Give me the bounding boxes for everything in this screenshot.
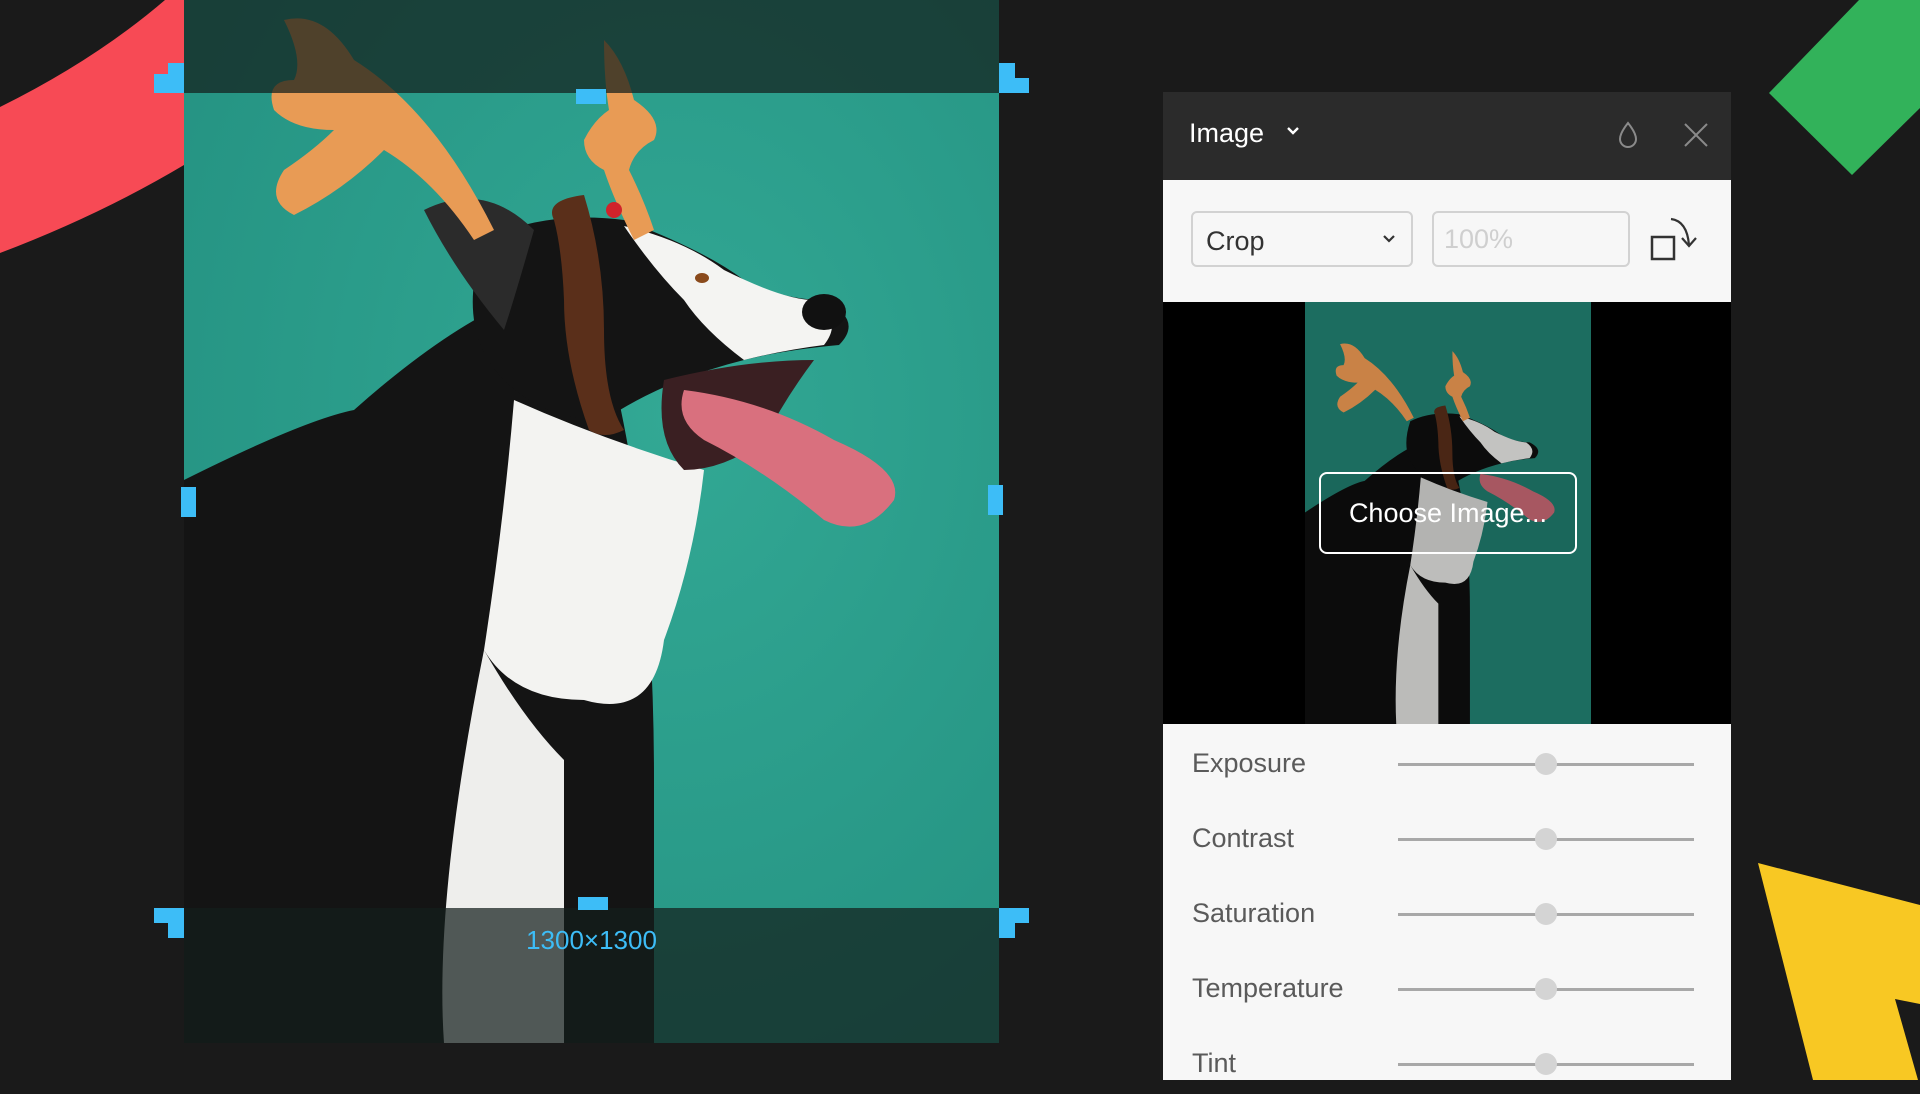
crop-handle-right[interactable] <box>988 485 1003 515</box>
saturation-slider[interactable] <box>1398 903 1694 925</box>
choose-image-button[interactable]: Choose Image... <box>1319 472 1577 554</box>
image-preview: Choose Image... <box>1163 302 1731 724</box>
panel-header: Image <box>1163 92 1731 180</box>
slider-thumb[interactable] <box>1535 828 1557 850</box>
adjustment-row-exposure: Exposure <box>1163 734 1731 794</box>
crop-handle-bottom-right <box>999 908 1015 938</box>
adjustment-label: Contrast <box>1192 823 1295 853</box>
adjustment-row-saturation: Saturation <box>1163 884 1731 944</box>
panel-toolbar: Crop <box>1163 180 1731 298</box>
adjustment-row-contrast: Contrast <box>1163 809 1731 869</box>
chevron-down-icon <box>1383 235 1395 243</box>
slider-thumb[interactable] <box>1535 753 1557 775</box>
mode-select-value: Crop <box>1206 226 1265 256</box>
chevron-down-icon[interactable] <box>1283 120 1303 140</box>
contrast-slider[interactable] <box>1398 828 1694 850</box>
crop-handle-top-left <box>168 63 184 93</box>
slider-thumb[interactable] <box>1535 1053 1557 1075</box>
adjustment-label: Exposure <box>1192 748 1307 778</box>
tint-slider[interactable] <box>1398 1053 1694 1075</box>
crop-handle-top[interactable] <box>576 89 606 104</box>
adjustments-list: Exposure Contrast Saturation Temperature… <box>1163 724 1731 1080</box>
dog-photo <box>184 0 999 1043</box>
adjustment-row-temperature: Temperature <box>1163 959 1731 1019</box>
adjustment-label: Saturation <box>1192 898 1316 928</box>
zoom-input[interactable] <box>1432 211 1630 267</box>
adjustment-row-tint: Tint <box>1163 1034 1731 1094</box>
green-diamond-shape <box>1769 0 1920 175</box>
crop-handle-bottom-left <box>168 908 184 938</box>
adjustment-label: Temperature <box>1192 973 1344 1003</box>
panel-title[interactable]: Image <box>1189 118 1264 149</box>
adjustment-label: Tint <box>1192 1048 1237 1078</box>
crop-outside-shade-top <box>184 0 999 93</box>
crop-handle-left[interactable] <box>181 487 196 517</box>
crop-size-label: 1300×1300 <box>526 925 657 955</box>
rotate-icon[interactable] <box>1649 215 1709 269</box>
exposure-slider[interactable] <box>1398 753 1694 775</box>
slider-thumb[interactable] <box>1535 978 1557 1000</box>
crop-handle-bottom[interactable] <box>578 897 608 910</box>
image-panel: Image Crop 100% Choose Image... Exposure… <box>1163 92 1731 1080</box>
drop-icon[interactable] <box>1616 120 1640 150</box>
red-arc-shape <box>0 0 184 253</box>
canvas-photo[interactable] <box>184 0 999 1043</box>
slider-thumb[interactable] <box>1535 903 1557 925</box>
temperature-slider[interactable] <box>1398 978 1694 1000</box>
yellow-arrow-shape <box>1758 863 1920 1080</box>
crop-handle-top-right <box>999 78 1029 93</box>
mode-select[interactable]: Crop <box>1191 211 1413 267</box>
close-icon[interactable] <box>1683 122 1709 148</box>
